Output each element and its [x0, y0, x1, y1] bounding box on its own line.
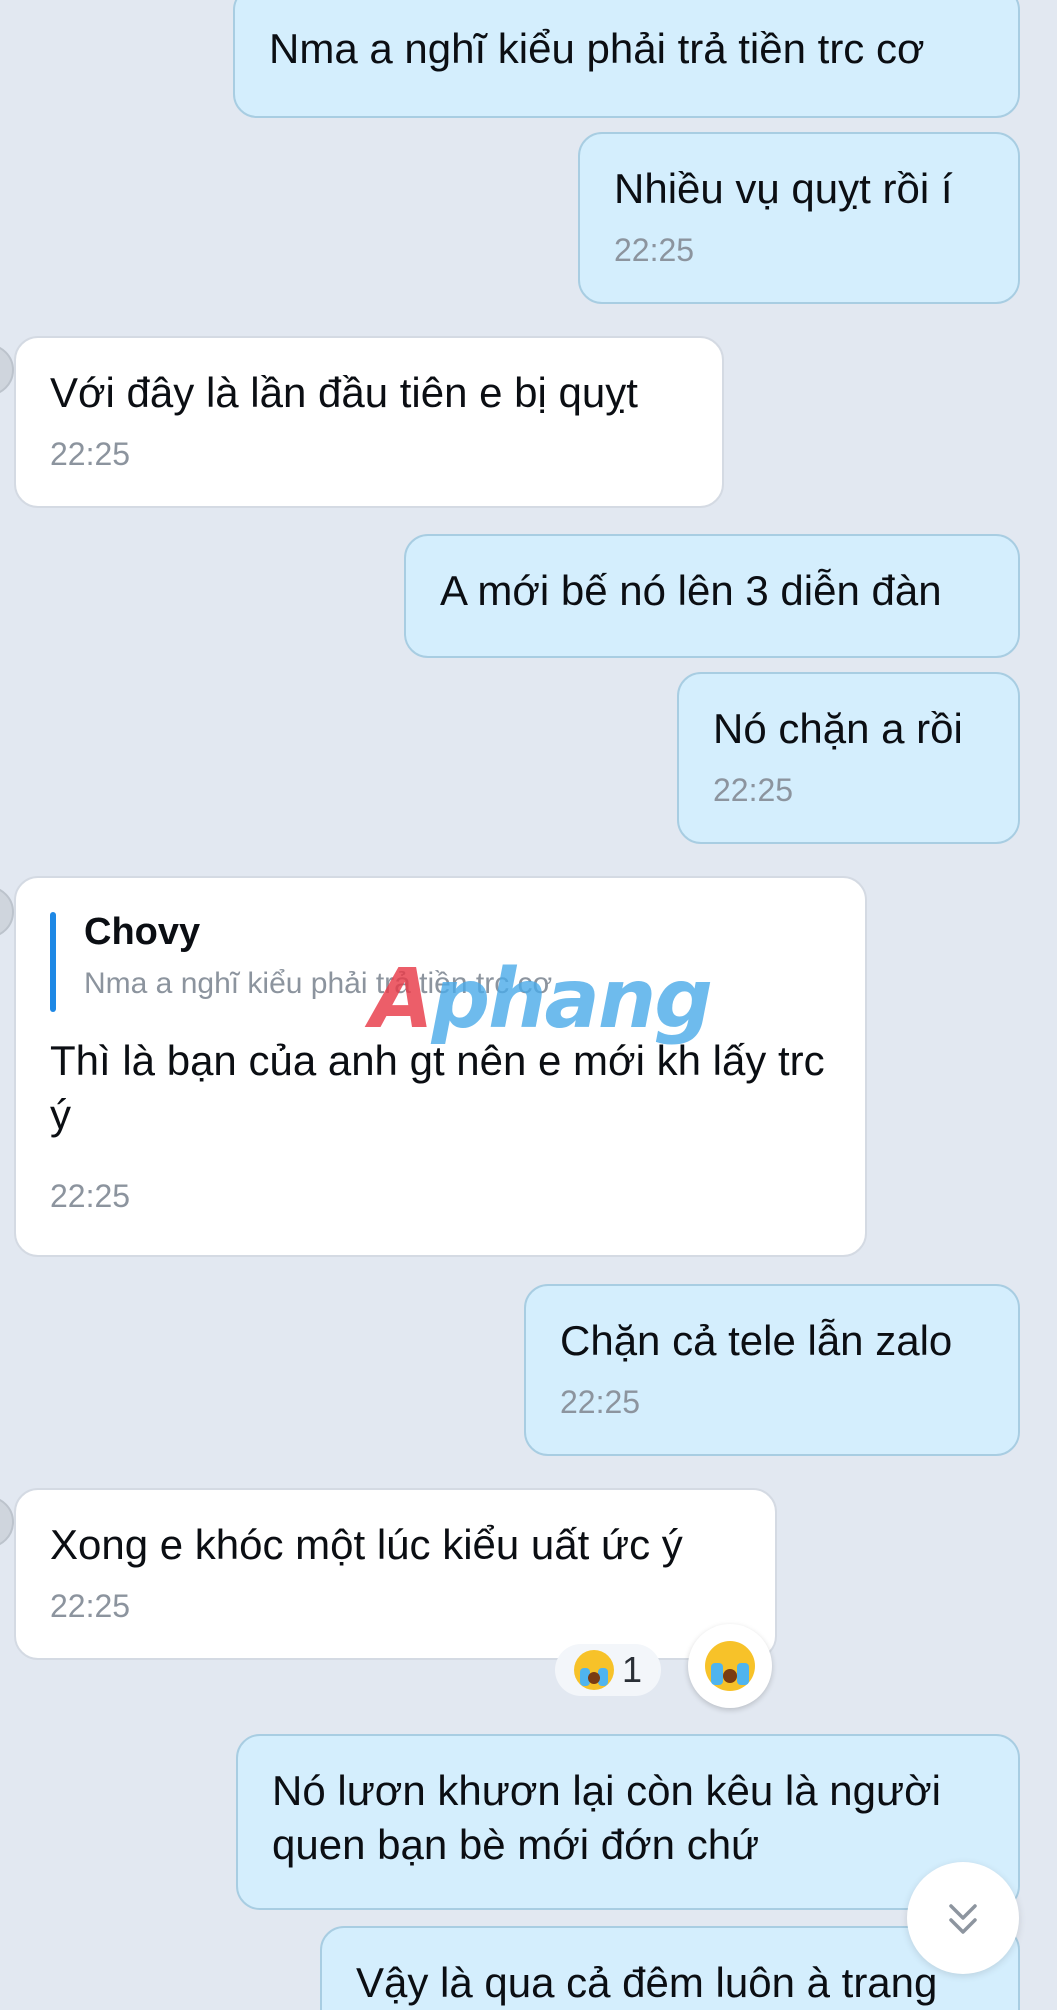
sender-avatar[interactable] — [0, 344, 14, 396]
message-bubble-outgoing[interactable]: Chặn cả tele lẫn zalo 22:25 — [524, 1284, 1020, 1456]
message-bubble-incoming[interactable]: Với đây là lần đầu tiên e bị quỵt 22:25 — [14, 336, 724, 508]
chat-message-list[interactable]: Nma a nghĩ kiểu phải trả tiền trc cơ Nhi… — [0, 0, 1057, 2010]
reply-quote-author: Chovy — [84, 911, 201, 953]
message-timestamp: 22:25 — [560, 1384, 641, 1420]
message-bubble-outgoing[interactable]: Nó lươn khươn lại còn kêu là người quen … — [236, 1734, 1020, 1910]
message-text: Nma a nghĩ kiểu phải trả tiền trc cơ — [269, 25, 925, 72]
message-timestamp: 22:25 — [50, 1588, 131, 1624]
message-bubble-outgoing[interactable]: Nó chặn a rồi 22:25 — [677, 672, 1020, 844]
message-bubble-incoming[interactable]: Chovy Nma a nghĩ kiểu phải trả tiền trc … — [14, 876, 867, 1257]
message-text: Xong e khóc một lúc kiểu uất ức ý — [50, 1521, 683, 1568]
message-bubble-outgoing[interactable]: Nma a nghĩ kiểu phải trả tiền trc cơ — [233, 0, 1020, 118]
message-bubble-outgoing[interactable]: A mới bế nó lên 3 diễn đàn — [404, 534, 1020, 658]
crying-face-icon — [705, 1641, 755, 1691]
sender-avatar[interactable] — [0, 1496, 14, 1548]
reaction-summary[interactable]: 1 — [555, 1644, 661, 1696]
reply-quote[interactable]: Chovy Nma a nghĩ kiểu phải trả tiền trc … — [50, 908, 831, 1012]
crying-face-icon — [573, 1650, 614, 1690]
message-text: Nó chặn a rồi — [713, 705, 963, 752]
message-timestamp: 22:25 — [713, 772, 794, 808]
message-text: Vậy là qua cả đêm luôn à trang — [356, 1959, 938, 2006]
message-bubble-incoming[interactable]: Xong e khóc một lúc kiểu uất ức ý 22:25 — [14, 1488, 777, 1660]
message-bubble-outgoing[interactable]: Nhiều vụ quỵt rồi í 22:25 — [578, 132, 1020, 304]
message-text: Với đây là lần đầu tiên e bị quỵt — [50, 369, 638, 416]
scroll-to-bottom-button[interactable] — [907, 1862, 1019, 1974]
message-timestamp: 22:25 — [50, 1178, 131, 1214]
message-text: Nhiều vụ quỵt rồi í — [614, 165, 953, 212]
message-text: Nó lươn khươn lại còn kêu là người quen … — [272, 1767, 953, 1868]
reaction-count: 1 — [621, 1649, 643, 1690]
sender-avatar[interactable] — [0, 886, 14, 938]
reply-quote-text: Nma a nghĩ kiểu phải trả tiền trc cơ — [84, 967, 553, 1000]
message-text: Chặn cả tele lẫn zalo — [560, 1317, 953, 1364]
message-timestamp: 22:25 — [614, 232, 695, 268]
message-text: A mới bế nó lên 3 diễn đàn — [440, 567, 942, 614]
double-chevron-down-icon — [949, 1904, 977, 1934]
reply-quote-bar — [50, 912, 56, 1012]
message-text: Thì là bạn của anh gt nên e mới kh lấy t… — [50, 1037, 837, 1138]
react-button[interactable] — [688, 1624, 772, 1708]
message-timestamp: 22:25 — [50, 436, 131, 472]
